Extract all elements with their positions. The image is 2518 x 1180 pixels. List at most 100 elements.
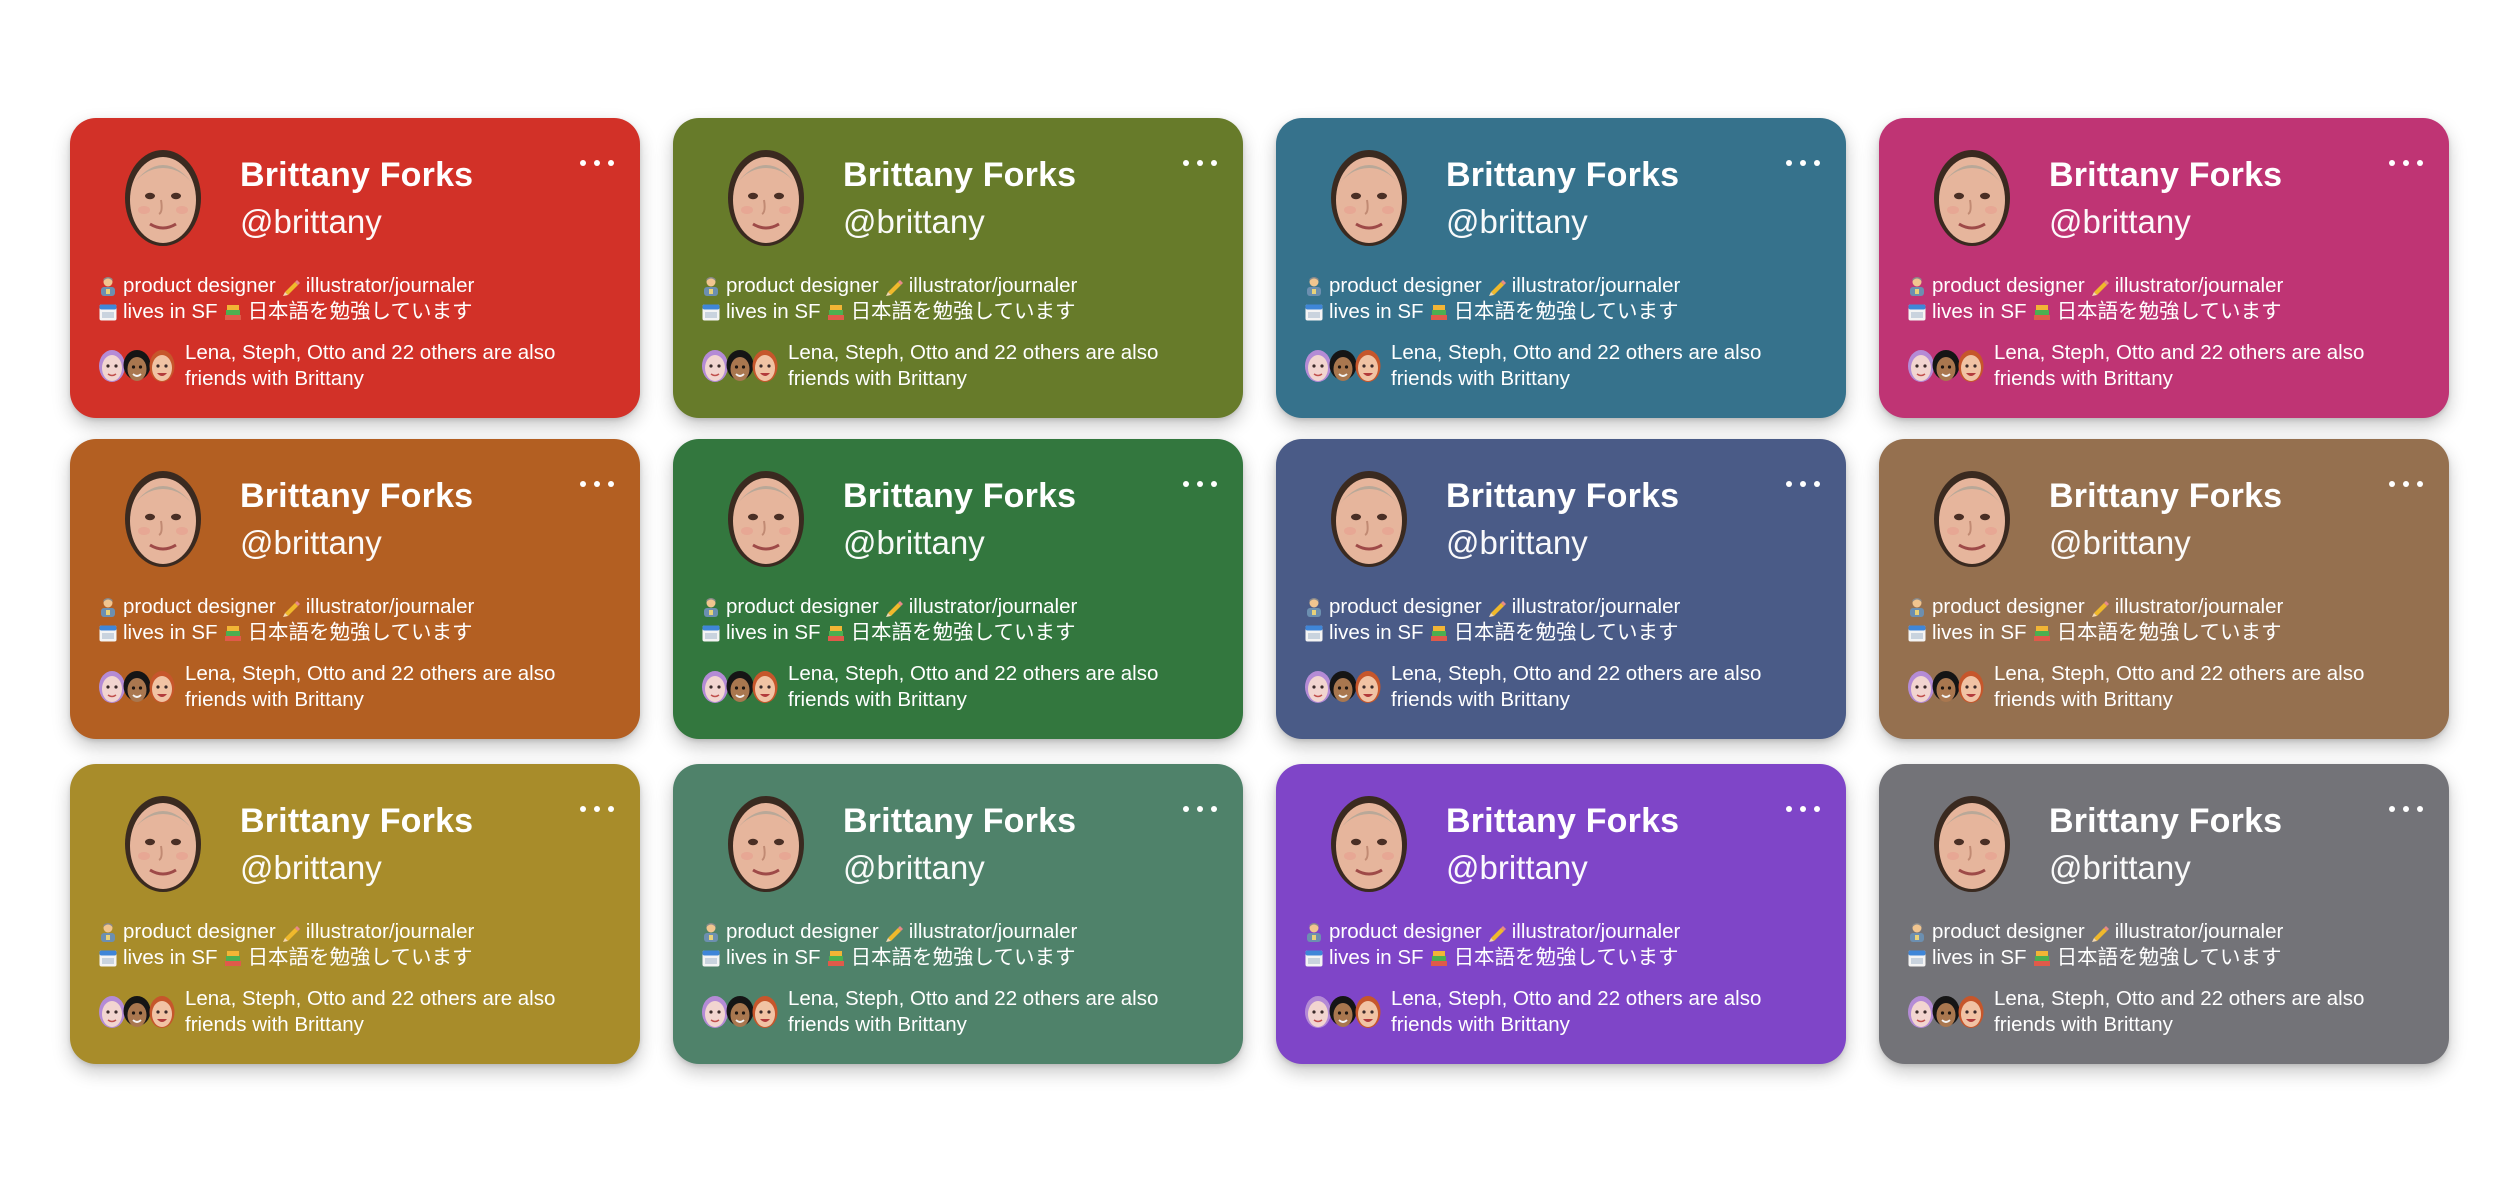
mutual-friends[interactable]: Lena, Steph, Otto and 22 others are also…: [1907, 986, 2414, 1038]
mutual-friends[interactable]: Lena, Steph, Otto and 22 others are also…: [1304, 986, 1811, 1038]
avatar[interactable]: [725, 469, 807, 569]
friend-avatar-lena: [1907, 349, 1935, 383]
friend-avatars: [1907, 995, 1984, 1029]
avatar[interactable]: [725, 794, 807, 894]
mutual-friends[interactable]: Lena, Steph, Otto and 22 others are also…: [1907, 661, 2414, 713]
books-emoji-icon: [826, 948, 846, 968]
bio-line-1: product designer illustrator/journaler: [701, 273, 1077, 299]
profile-card-7[interactable]: Brittany Forks @brittany product designe…: [1276, 439, 1846, 739]
mutual-friends[interactable]: Lena, Steph, Otto and 22 others are also…: [1304, 340, 1811, 392]
profile-card-4[interactable]: Brittany Forks @brittany product designe…: [1879, 118, 2449, 418]
bio-study: 日本語を勉強しています: [1453, 300, 1679, 323]
bio-line-2: lives in SF 日本語を勉強しています: [1907, 299, 2283, 325]
more-options-icon[interactable]: [2389, 477, 2423, 491]
profile-bio: product designer illustrator/journaler l…: [701, 273, 1077, 325]
profile-bio: product designer illustrator/journaler l…: [1304, 273, 1680, 325]
calendar-emoji-icon: [701, 623, 721, 643]
bio-line-1: product designer illustrator/journaler: [98, 273, 474, 299]
profile-card-grid: Brittany Forks @brittany product designe…: [70, 118, 2449, 1064]
more-options-icon[interactable]: [2389, 156, 2423, 170]
friend-avatar-steph: [123, 349, 151, 383]
bio-study: 日本語を勉強しています: [247, 621, 473, 644]
mutual-friends-text: Lena, Steph, Otto and 22 others are also…: [1994, 987, 2365, 1036]
friend-avatar-otto: [148, 995, 176, 1029]
more-options-icon[interactable]: [580, 802, 614, 816]
avatar[interactable]: [122, 794, 204, 894]
mutual-friends[interactable]: Lena, Steph, Otto and 22 others are also…: [1304, 661, 1811, 713]
profile-card-8[interactable]: Brittany Forks @brittany product designe…: [1879, 439, 2449, 739]
avatar[interactable]: [1931, 794, 2013, 894]
profile-card-11[interactable]: Brittany Forks @brittany product designe…: [1276, 764, 1846, 1064]
calendar-emoji-icon: [98, 948, 118, 968]
more-options-icon[interactable]: [580, 156, 614, 170]
pencil-emoji-icon: [2090, 597, 2110, 617]
bio-role: product designer: [1932, 920, 2085, 943]
bio-role: product designer: [1932, 274, 2085, 297]
more-options-icon[interactable]: [1183, 802, 1217, 816]
more-options-icon[interactable]: [580, 477, 614, 491]
friend-avatar-steph: [726, 995, 754, 1029]
profile-card-3[interactable]: Brittany Forks @brittany product designe…: [1276, 118, 1846, 418]
friend-avatar-otto: [148, 349, 176, 383]
friend-avatar-steph: [726, 670, 754, 704]
calendar-emoji-icon: [98, 302, 118, 322]
more-options-icon[interactable]: [1786, 477, 1820, 491]
friend-avatar-lena: [701, 349, 729, 383]
bio-study: 日本語を勉強しています: [247, 300, 473, 323]
mutual-friends[interactable]: Lena, Steph, Otto and 22 others are also…: [701, 661, 1208, 713]
profile-card-1[interactable]: Brittany Forks @brittany product designe…: [70, 118, 640, 418]
more-options-icon[interactable]: [2389, 802, 2423, 816]
bio-line-1: product designer illustrator/journaler: [1907, 594, 2283, 620]
avatar[interactable]: [1931, 148, 2013, 248]
bio-line-1: product designer illustrator/journaler: [1304, 273, 1680, 299]
mutual-friends[interactable]: Lena, Steph, Otto and 22 others are also…: [98, 986, 605, 1038]
mutual-friends-text: Lena, Steph, Otto and 22 others are also…: [1391, 662, 1762, 711]
bio-location: lives in SF: [1329, 946, 1424, 969]
bio-role: product designer: [1329, 274, 1482, 297]
profile-card-12[interactable]: Brittany Forks @brittany product designe…: [1879, 764, 2449, 1064]
person-emoji-icon: [1907, 597, 1927, 617]
avatar[interactable]: [1328, 794, 1410, 894]
bio-role-2: illustrator/journaler: [908, 274, 1078, 297]
avatar[interactable]: [725, 148, 807, 248]
mutual-friends[interactable]: Lena, Steph, Otto and 22 others are also…: [701, 986, 1208, 1038]
avatar[interactable]: [1931, 469, 2013, 569]
mutual-friends[interactable]: Lena, Steph, Otto and 22 others are also…: [1907, 340, 2414, 392]
bio-line-1: product designer illustrator/journaler: [1304, 919, 1680, 945]
bio-location: lives in SF: [726, 946, 821, 969]
more-options-icon[interactable]: [1786, 802, 1820, 816]
more-options-icon[interactable]: [1183, 477, 1217, 491]
avatar[interactable]: [1328, 148, 1410, 248]
bio-study: 日本語を勉強しています: [2056, 621, 2282, 644]
profile-card-10[interactable]: Brittany Forks @brittany product designe…: [673, 764, 1243, 1064]
profile-card-6[interactable]: Brittany Forks @brittany product designe…: [673, 439, 1243, 739]
avatar[interactable]: [1328, 469, 1410, 569]
bio-role-2: illustrator/journaler: [305, 920, 475, 943]
mutual-friends[interactable]: Lena, Steph, Otto and 22 others are also…: [98, 661, 605, 713]
bio-line-2: lives in SF 日本語を勉強しています: [1304, 945, 1680, 971]
calendar-emoji-icon: [701, 302, 721, 322]
bio-line-2: lives in SF 日本語を勉強しています: [1304, 299, 1680, 325]
bio-line-2: lives in SF 日本語を勉強しています: [701, 620, 1077, 646]
mutual-friends[interactable]: Lena, Steph, Otto and 22 others are also…: [701, 340, 1208, 392]
profile-bio: product designer illustrator/journaler l…: [1907, 273, 2283, 325]
profile-handle: @brittany: [1446, 203, 1588, 240]
bio-location: lives in SF: [726, 300, 821, 323]
avatar[interactable]: [122, 148, 204, 248]
more-options-icon[interactable]: [1183, 156, 1217, 170]
mutual-friends[interactable]: Lena, Steph, Otto and 22 others are also…: [98, 340, 605, 392]
friend-avatar-otto: [751, 349, 779, 383]
profile-card-2[interactable]: Brittany Forks @brittany product designe…: [673, 118, 1243, 418]
more-options-icon[interactable]: [1786, 156, 1820, 170]
mutual-friends-text: Lena, Steph, Otto and 22 others are also…: [1391, 341, 1762, 390]
friend-avatar-lena: [1304, 995, 1332, 1029]
profile-card-9[interactable]: Brittany Forks @brittany product designe…: [70, 764, 640, 1064]
avatar[interactable]: [122, 469, 204, 569]
profile-handle: @brittany: [843, 203, 985, 240]
bio-role-2: illustrator/journaler: [1511, 274, 1681, 297]
profile-name: Brittany Forks: [2049, 477, 2283, 515]
bio-role: product designer: [1932, 595, 2085, 618]
bio-study: 日本語を勉強しています: [1453, 946, 1679, 969]
profile-card-5[interactable]: Brittany Forks @brittany product designe…: [70, 439, 640, 739]
friend-avatar-lena: [98, 995, 126, 1029]
